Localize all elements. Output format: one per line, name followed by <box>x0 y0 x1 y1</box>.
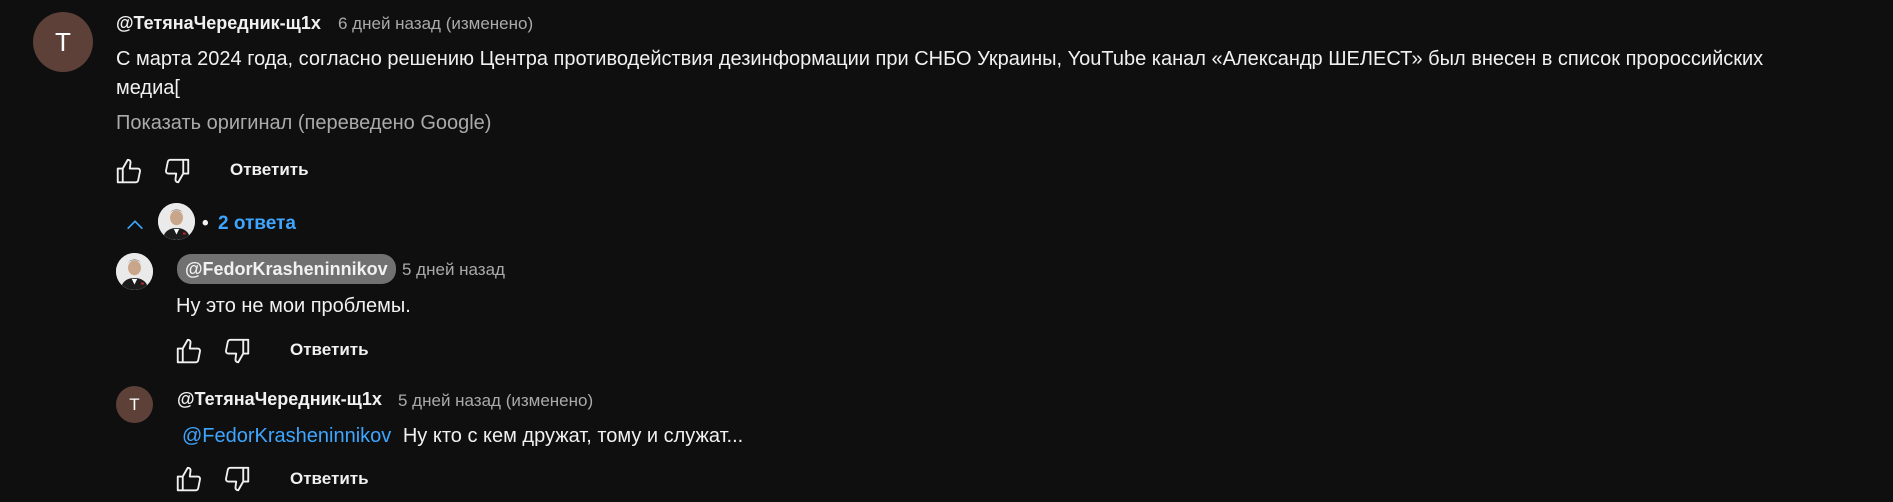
comment-timestamp[interactable]: 6 дней назад (изменено) <box>338 14 533 34</box>
avatar-letter: T <box>129 394 140 414</box>
comment-avatar[interactable]: T <box>33 12 93 72</box>
reply-button[interactable]: Ответить <box>290 469 369 489</box>
comment-text-line-2: медиа[ <box>116 77 180 99</box>
reply-timestamp[interactable]: 5 дней назад (изменено) <box>398 391 593 411</box>
comment-text-line-1: С марта 2024 года, согласно решению Цент… <box>116 48 1764 70</box>
like-icon[interactable] <box>174 336 204 366</box>
avatar-letter: T <box>55 26 71 57</box>
show-original-link[interactable]: Показать оригинал (переведено Google) <box>116 112 491 135</box>
chevron-up-icon <box>127 220 143 230</box>
like-icon[interactable] <box>114 156 144 186</box>
reply-avatar[interactable]: T <box>116 386 153 423</box>
owner-author-chip[interactable]: @FedorKrasheninnikov <box>177 254 396 284</box>
reply-author[interactable]: @ТетянаЧередник-щ1х <box>177 389 382 410</box>
reply-text: Ну это не мои проблемы. <box>176 295 411 317</box>
dislike-icon[interactable] <box>222 464 252 494</box>
reply-button[interactable]: Ответить <box>290 340 369 360</box>
person-photo-icon <box>116 253 153 290</box>
person-photo-icon <box>158 203 195 240</box>
reply-author-avatar-small <box>158 203 195 240</box>
replies-count-link[interactable]: 2 ответа <box>218 213 296 235</box>
comment-author[interactable]: @ТетянаЧередник-щ1х <box>116 13 321 34</box>
replies-separator: • <box>202 213 209 234</box>
like-icon[interactable] <box>174 464 204 494</box>
mention-link[interactable]: @FedorKrasheninnikov <box>182 425 391 447</box>
reply-timestamp[interactable]: 5 дней назад <box>402 260 505 280</box>
reply-text: Ну кто с кем дружат, тому и служат... <box>402 425 744 447</box>
reply-text-line: @FedorKrasheninnikov Ну кто с кем дружат… <box>182 422 743 451</box>
reply-avatar[interactable] <box>116 253 153 290</box>
dislike-icon[interactable] <box>222 336 252 366</box>
reply-button[interactable]: Ответить <box>230 160 309 180</box>
dislike-icon[interactable] <box>162 156 192 186</box>
